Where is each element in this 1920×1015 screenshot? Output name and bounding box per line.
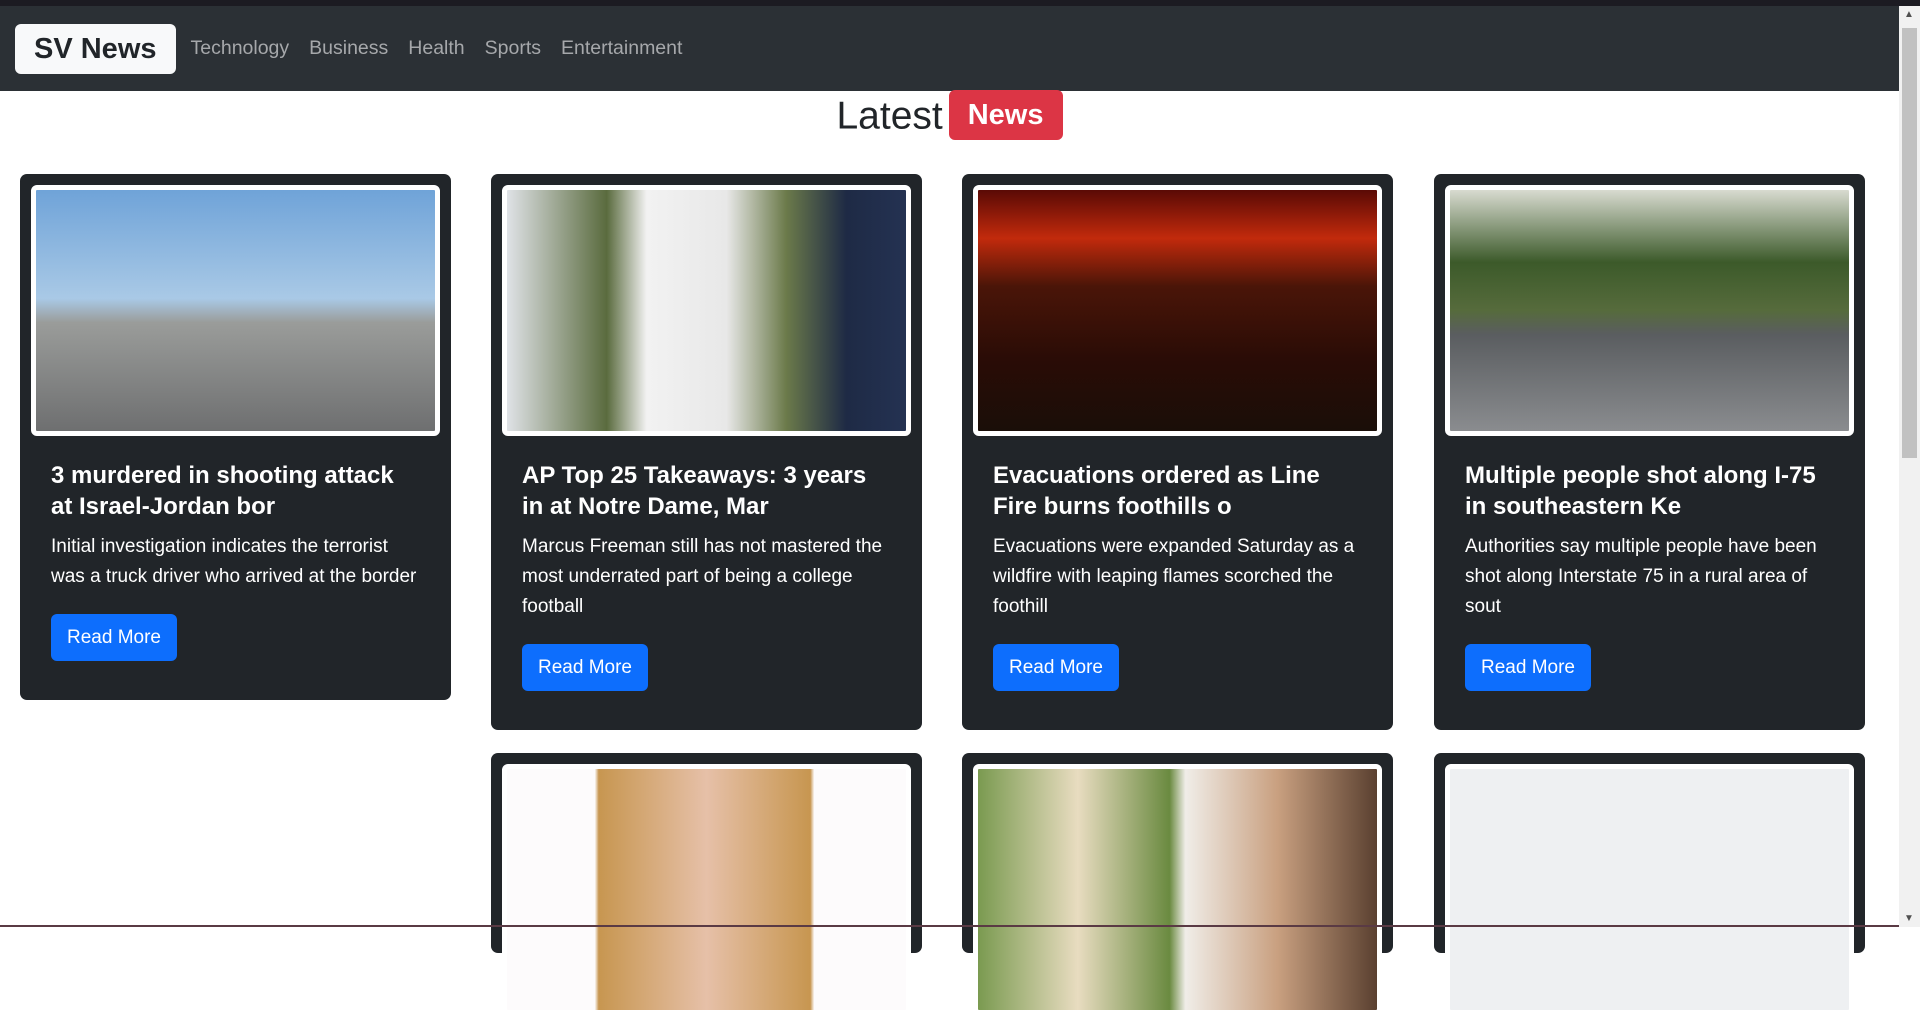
news-card: Multiple people shot along I-75 in south… bbox=[1434, 174, 1865, 730]
card-description: Initial investigation indicates the terr… bbox=[51, 536, 417, 587]
card-image bbox=[1445, 764, 1854, 1015]
scroll-down-icon[interactable]: ▼ bbox=[1904, 913, 1914, 924]
card-image bbox=[502, 764, 911, 1015]
news-card: Evacuations ordered as Line Fire burns f… bbox=[962, 174, 1393, 730]
news-card bbox=[962, 753, 1393, 1015]
card-image bbox=[973, 185, 1382, 436]
read-more-button[interactable]: Read More bbox=[1465, 644, 1591, 691]
read-more-button[interactable]: Read More bbox=[51, 614, 177, 661]
page-title: Latest News bbox=[0, 90, 1899, 143]
news-badge: News bbox=[948, 90, 1063, 140]
read-more-button[interactable]: Read More bbox=[522, 644, 648, 691]
nav-link-technology[interactable]: Technology bbox=[191, 37, 290, 60]
news-card bbox=[1434, 753, 1865, 1015]
scroll-up-icon[interactable]: ▲ bbox=[1904, 9, 1914, 20]
nav-link-business[interactable]: Business bbox=[309, 37, 388, 60]
news-card: 3 murdered in shooting attack at Israel-… bbox=[20, 174, 451, 700]
nav-link-entertainment[interactable]: Entertainment bbox=[561, 37, 682, 60]
card-title: Multiple people shot along I-75 in south… bbox=[1465, 462, 1816, 520]
card-image bbox=[502, 185, 911, 436]
card-title: 3 murdered in shooting attack at Israel-… bbox=[51, 462, 394, 520]
scrollbar[interactable]: ▲ ▼ bbox=[1899, 6, 1920, 927]
card-description: Marcus Freeman still has not mastered th… bbox=[522, 536, 883, 617]
nav-links: Technology Business Health Sports Entert… bbox=[191, 37, 703, 60]
navbar: SV News Technology Business Health Sport… bbox=[0, 6, 1899, 91]
scrollbar-thumb[interactable] bbox=[1902, 28, 1917, 458]
card-description: Authorities say multiple people have bee… bbox=[1465, 536, 1817, 617]
card-description: Evacuations were expanded Saturday as a … bbox=[993, 536, 1355, 617]
card-image bbox=[973, 764, 1382, 1015]
nav-link-sports[interactable]: Sports bbox=[485, 37, 541, 60]
card-title: AP Top 25 Takeaways: 3 years in at Notre… bbox=[522, 462, 867, 520]
nav-link-health[interactable]: Health bbox=[408, 37, 464, 60]
news-card bbox=[491, 753, 922, 1015]
brand-logo[interactable]: SV News bbox=[15, 23, 176, 74]
title-text: Latest bbox=[836, 94, 943, 138]
news-card: AP Top 25 Takeaways: 3 years in at Notre… bbox=[491, 174, 922, 730]
card-image bbox=[1445, 185, 1854, 436]
card-title: Evacuations ordered as Line Fire burns f… bbox=[993, 462, 1320, 520]
read-more-button[interactable]: Read More bbox=[993, 644, 1119, 691]
card-image bbox=[31, 185, 440, 436]
